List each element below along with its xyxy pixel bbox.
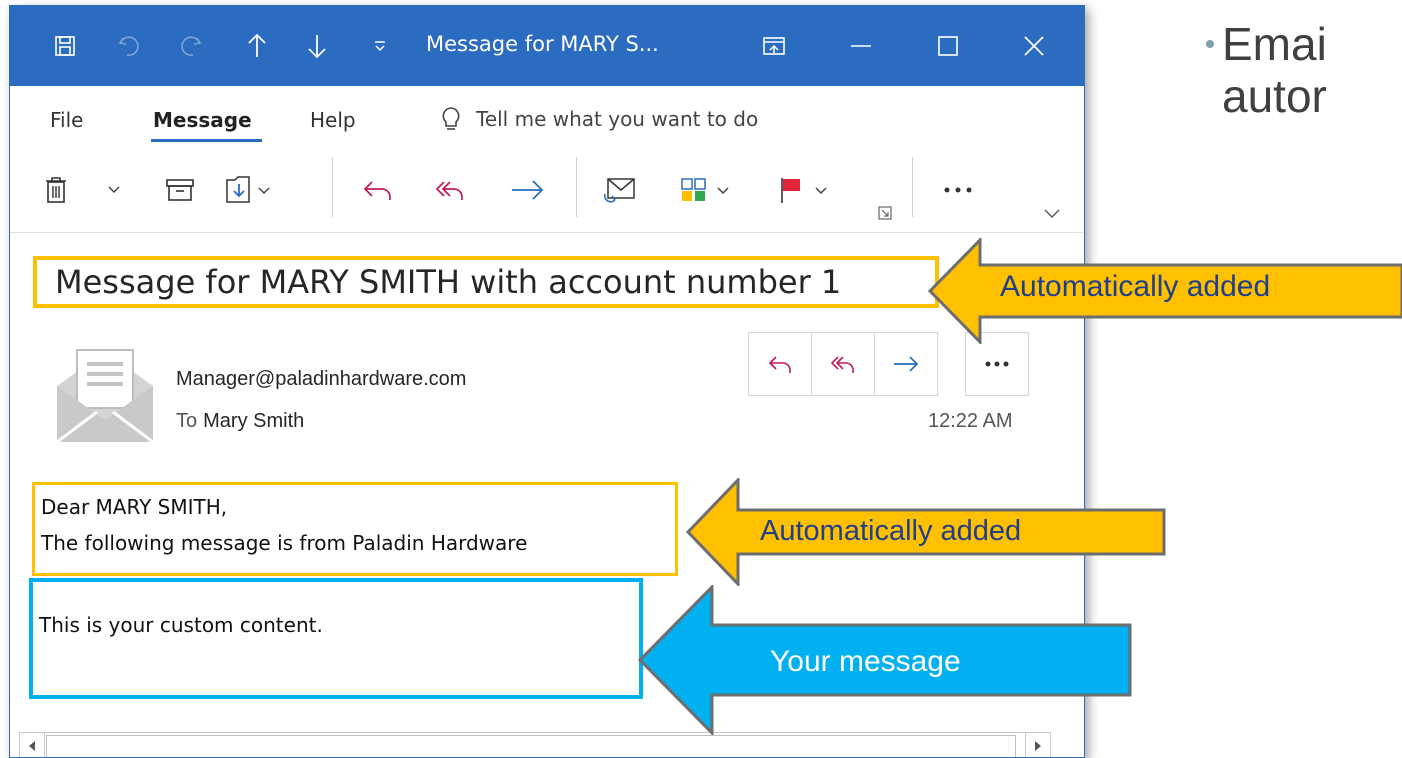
reply-all-button[interactable] (812, 333, 875, 395)
slide-line-2: autor (1222, 70, 1327, 122)
scrollbar-thumb[interactable] (46, 735, 1016, 757)
scroll-left-icon[interactable] (20, 733, 45, 757)
recipient-line: To Mary Smith (176, 410, 304, 433)
slide-line-1: Emai (1222, 18, 1327, 70)
delete-icon[interactable] (38, 170, 74, 210)
active-tab-underline (151, 139, 262, 142)
message-subject: Message for MARY SMITH with account numb… (33, 256, 939, 308)
quick-actions (748, 332, 938, 396)
sender-address[interactable]: Manager@paladinhardware.com (176, 368, 466, 391)
close-icon[interactable] (1016, 28, 1052, 64)
reply-all-icon[interactable] (430, 170, 470, 210)
recipient-name[interactable]: Mary Smith (203, 410, 304, 432)
horizontal-scrollbar[interactable] (19, 732, 1051, 757)
body-intro: The following message is from Paladin Ha… (41, 531, 528, 555)
message-time: 12:22 AM (928, 410, 1013, 432)
toolbar-separator (576, 157, 577, 217)
reply-button[interactable] (749, 333, 812, 395)
customize-icon[interactable] (362, 28, 398, 64)
forward-icon[interactable] (506, 170, 550, 210)
read-unread-icon[interactable] (598, 170, 642, 210)
body-callout-label: Automatically added (760, 515, 1022, 547)
categorize-icon[interactable] (678, 170, 738, 210)
save-icon[interactable] (47, 28, 83, 64)
scroll-right-icon[interactable] (1025, 733, 1050, 757)
to-label: To (176, 410, 198, 432)
subject-callout-label: Automatically added (1000, 270, 1271, 303)
subject-callout-arrow: Automatically added (928, 238, 1402, 344)
slide-text: Emai autor (1222, 18, 1327, 122)
body-callout-arrow: Automatically added (686, 478, 1168, 586)
down-arrow-icon[interactable] (299, 28, 335, 64)
collapse-ribbon-icon[interactable] (1042, 206, 1062, 222)
slide-bullet (1206, 40, 1214, 48)
menu-help[interactable]: Help (310, 108, 356, 132)
flag-icon[interactable] (776, 170, 834, 210)
title-bar: Message for MARY S... (10, 6, 1084, 86)
tell-me-text: Tell me what you want to do (476, 107, 759, 131)
custom-callout-label: Your message (770, 645, 961, 678)
custom-callout-arrow: Your message (638, 585, 1134, 735)
body-custom-content: This is your custom content. (39, 613, 323, 637)
reply-icon[interactable] (358, 170, 398, 210)
minimize-icon[interactable] (843, 28, 879, 64)
custom-body: This is your custom content. (29, 578, 643, 699)
restore-icon[interactable] (756, 28, 792, 64)
move-icon[interactable] (224, 170, 276, 210)
redo-icon[interactable] (173, 28, 209, 64)
delete-dropdown-icon[interactable] (104, 170, 124, 210)
dialog-launcher-icon[interactable] (876, 204, 894, 222)
undo-icon[interactable] (111, 28, 147, 64)
maximize-icon[interactable] (930, 28, 966, 64)
more-icon[interactable] (938, 170, 978, 210)
menu-file[interactable]: File (50, 108, 83, 132)
ribbon-toolbar (10, 150, 1084, 233)
tell-me-search[interactable]: Tell me what you want to do (440, 106, 758, 132)
archive-icon[interactable] (160, 170, 200, 210)
body-greeting: Dear MARY SMITH, (41, 495, 228, 519)
up-arrow-icon[interactable] (239, 28, 275, 64)
envelope-avatar-icon (53, 342, 157, 446)
menu-bar: File Message Help Tell me what you want … (10, 86, 1084, 150)
auto-added-body: Dear MARY SMITH, The following message i… (32, 482, 678, 576)
toolbar-separator (332, 157, 333, 217)
menu-message[interactable]: Message (153, 108, 252, 132)
toolbar-separator (912, 157, 913, 217)
lightbulb-icon (440, 106, 462, 132)
window-title: Message for MARY S... (426, 32, 659, 56)
